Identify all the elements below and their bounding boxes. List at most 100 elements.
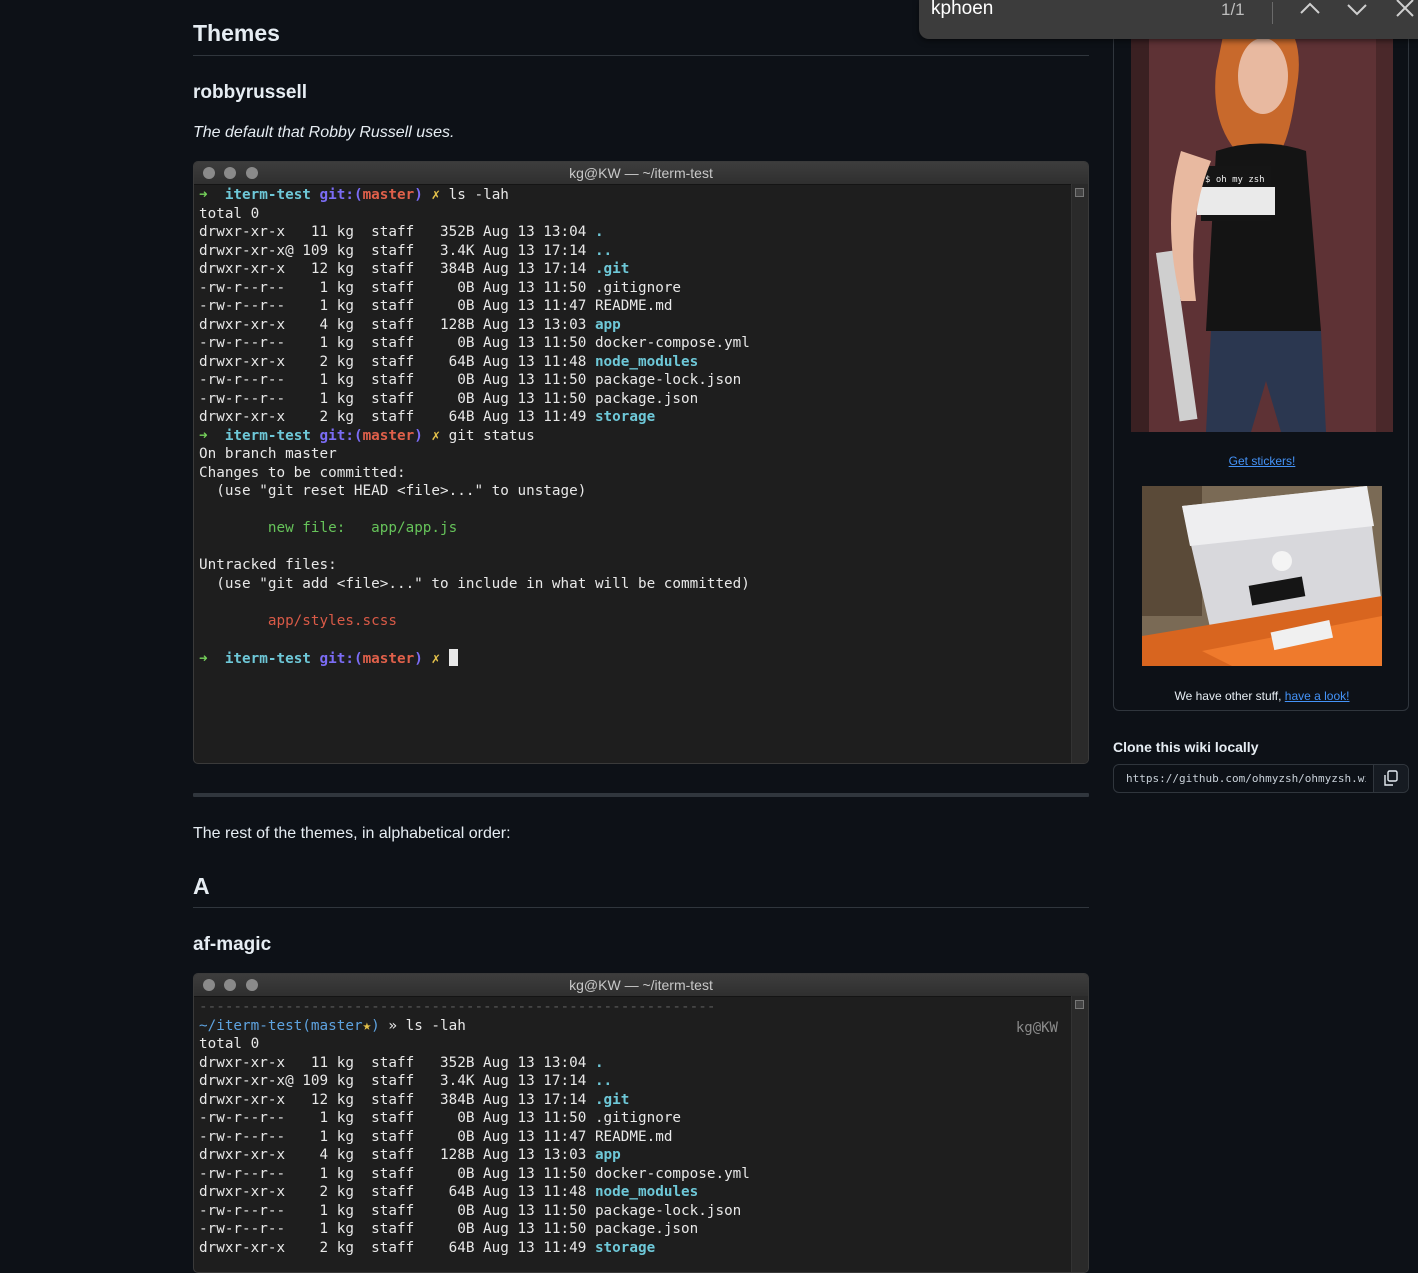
prompt-separator: ----------------------------------------… <box>199 999 716 1015</box>
robbyrussell-description: The default that Robby Russell uses. <box>193 124 455 141</box>
laptop-photo[interactable] <box>1142 486 1382 666</box>
af-magic-screenshot: kg@KW — ~/iterm-test kg@KW -------------… <box>193 973 1089 1273</box>
ls-row: drwxr-xr-x@ 109 kg staff 3.4K Aug 13 17:… <box>199 242 750 261</box>
ls-row: -rw-r--r-- 1 kg staff 0B Aug 13 11:50 do… <box>199 1165 750 1184</box>
get-stickers-link[interactable]: Get stickers! <box>1229 454 1296 468</box>
prompt-arrow-icon: ➜ <box>199 187 225 203</box>
terminal-line: total 0 <box>199 1035 750 1054</box>
terminal-title: kg@KW — ~/iterm-test <box>569 977 713 993</box>
prompt-right-info: kg@KW <box>1015 1020 1058 1036</box>
ls-row: -rw-r--r-- 1 kg staff 0B Aug 13 11:47 RE… <box>199 1128 750 1147</box>
terminal-line: (use "git add <file>..." to include in w… <box>199 575 750 594</box>
prompt-branch: ( <box>302 1017 311 1034</box>
ls-metadata: -rw-r--r-- 1 kg staff 0B Aug 13 11:50 <box>199 1165 595 1182</box>
terminal-scrollbar <box>1071 996 1088 1272</box>
status-branch: On branch master <box>199 446 337 462</box>
ls-filename: .gitignore <box>594 279 682 296</box>
find-close-button[interactable] <box>1392 0 1418 22</box>
new-file-path: app/app.js <box>371 520 458 536</box>
prompt-branch: master <box>362 187 415 203</box>
ls-filename: README.md <box>594 1128 673 1145</box>
other-stuff-text: We have other stuff, have a look! <box>1114 689 1410 703</box>
ls-filename: package-lock.json <box>594 1202 742 1219</box>
tshirt-photo[interactable]: $ oh my zsh <box>1131 1 1393 432</box>
prompt-directory: iterm-test <box>224 187 311 203</box>
status-heading: Untracked files: <box>199 557 337 573</box>
ls-row: drwxr-xr-x 2 kg staff 64B Aug 13 11:48 n… <box>199 1183 750 1202</box>
prompt-git: git:( <box>319 650 363 667</box>
robbyrussell-heading: robbyrussell <box>193 82 308 103</box>
ls-metadata: drwxr-xr-x@ 109 kg staff 3.4K Aug 13 17:… <box>199 1073 595 1089</box>
copy-icon <box>1384 770 1398 786</box>
terminal-line: On branch master <box>199 445 750 464</box>
prompt-git: ) <box>414 187 423 203</box>
af-magic-heading: af-magic <box>193 934 272 955</box>
ls-row: -rw-r--r-- 1 kg staff 0B Aug 13 11:50 do… <box>199 334 750 353</box>
ls-total: total 0 <box>199 205 260 222</box>
status-heading: Changes to be committed: <box>199 464 406 481</box>
ls-metadata: drwxr-xr-x 11 kg staff 352B Aug 13 13:04 <box>199 224 595 240</box>
ls-filename: app <box>594 316 621 333</box>
ls-filename: app <box>594 1147 621 1163</box>
dirty-marker: ✗ <box>431 427 441 444</box>
ls-filename: .git <box>594 261 630 277</box>
prompt-directory: iterm-test <box>224 427 311 444</box>
ls-row: -rw-r--r-- 1 kg staff 0B Aug 13 11:50 pa… <box>199 1202 750 1221</box>
dirty-marker: ✗ <box>431 187 441 203</box>
prompt-git: git:( <box>319 427 363 444</box>
terminal-line: app/styles.scss <box>199 612 750 631</box>
ls-metadata: -rw-r--r-- 1 kg staff 0B Aug 13 11:47 <box>199 298 595 314</box>
chevron-down-icon <box>1347 4 1367 16</box>
ls-metadata: -rw-r--r-- 1 kg staff 0B Aug 13 11:50 <box>199 372 595 388</box>
prompt-branch: master <box>362 650 415 667</box>
ls-filename: . <box>594 224 604 240</box>
have-a-look-link[interactable]: have a look! <box>1285 689 1350 703</box>
prompt-line: ➜ iterm-test git:(master) ✗ git status <box>199 427 750 446</box>
ls-metadata: drwxr-xr-x@ 109 kg staff 3.4K Aug 13 17:… <box>199 242 595 259</box>
ls-metadata: drwxr-xr-x 2 kg staff 64B Aug 13 11:49 <box>199 409 595 425</box>
find-next-button[interactable] <box>1344 0 1370 22</box>
terminal-line: Changes to be committed: <box>199 464 750 483</box>
prompt-line: ~/iterm-test(master★) » ls -lah <box>199 1017 750 1036</box>
status-new-file: new file: app/app.js <box>199 519 750 538</box>
prompt-command: ls -lah <box>405 1017 466 1034</box>
ls-row: drwxr-xr-x 2 kg staff 64B Aug 13 11:49 s… <box>199 408 750 427</box>
prompt-arrow-icon: ➜ <box>199 427 225 444</box>
copy-url-button[interactable] <box>1373 765 1408 792</box>
ls-filename: docker-compose.yml <box>594 1165 750 1182</box>
clone-url-input[interactable]: https://github.com/ohmyzsh/ohmyzsh.wiki.… <box>1126 772 1366 785</box>
ls-row: -rw-r--r-- 1 kg staff 0B Aug 13 11:50 .g… <box>199 1109 750 1128</box>
status-hint: (use "git reset HEAD <file>..." to unsta… <box>199 483 587 499</box>
ls-filename: node_modules <box>594 1184 699 1200</box>
chevron-up-icon <box>1300 2 1320 14</box>
scroll-up-icon <box>1075 188 1084 197</box>
find-match-count: 1/1 <box>1221 0 1245 19</box>
find-previous-button[interactable] <box>1297 0 1323 22</box>
terminal-line: Untracked files: <box>199 556 750 575</box>
prompt-branch: ) <box>371 1017 380 1034</box>
ls-row: -rw-r--r-- 1 kg staff 0B Aug 13 11:50 pa… <box>199 371 750 390</box>
ls-filename: storage <box>594 409 656 425</box>
ls-row: -rw-r--r-- 1 kg staff 0B Aug 13 11:47 RE… <box>199 297 750 316</box>
ls-metadata: -rw-r--r-- 1 kg staff 0B Aug 13 11:50 <box>199 335 595 351</box>
robbyrussell-screenshot: kg@KW — ~/iterm-test ➜ iterm-test git:(m… <box>193 161 1089 764</box>
ls-row: drwxr-xr-x@ 109 kg staff 3.4K Aug 13 17:… <box>199 1072 750 1091</box>
ls-total: total 0 <box>199 1036 260 1052</box>
ls-metadata: -rw-r--r-- 1 kg staff 0B Aug 13 11:50 <box>199 390 595 407</box>
ls-metadata: drwxr-xr-x 2 kg staff 64B Aug 13 11:49 <box>199 1239 595 1256</box>
prompt-git: ) <box>414 427 423 444</box>
svg-text:$ oh my zsh: $ oh my zsh <box>1205 175 1265 185</box>
find-input[interactable]: kphoen <box>931 0 993 20</box>
prompt-symbol: » <box>379 1017 406 1034</box>
dirty-marker: ✗ <box>431 650 441 667</box>
ls-metadata: drwxr-xr-x 11 kg staff 352B Aug 13 13:04 <box>199 1054 595 1071</box>
ls-metadata: drwxr-xr-x 2 kg staff 64B Aug 13 11:48 <box>199 353 595 370</box>
terminal-line: total 0 <box>199 205 750 224</box>
prompt-line: ➜ iterm-test git:(master) ✗ <box>199 648 750 668</box>
ls-row: drwxr-xr-x 11 kg staff 352B Aug 13 13:04… <box>199 1054 750 1073</box>
ls-row: drwxr-xr-x 2 kg staff 64B Aug 13 11:48 n… <box>199 353 750 372</box>
